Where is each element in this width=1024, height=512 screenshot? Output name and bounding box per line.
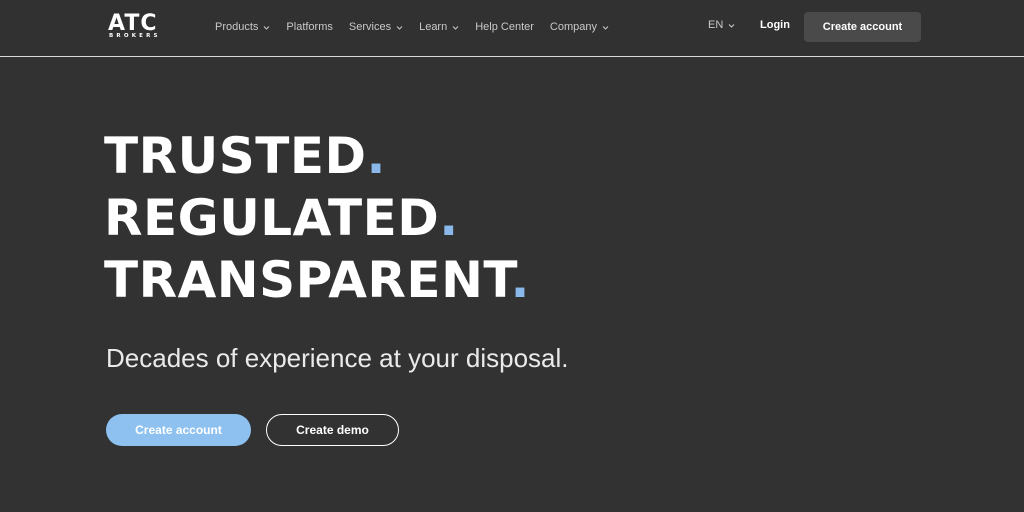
create-account-button[interactable]: Create account [106,414,251,446]
chevron-down-icon [263,24,270,31]
nav-item-label: Company [549,21,597,33]
nav-item-learn[interactable]: Learn [419,21,459,33]
chevron-down-icon [602,24,609,31]
nav-item-label: Learn [419,21,448,33]
hero-line-trusted: TRUSTED. [104,127,386,185]
nav-item-label: Help Center [475,21,534,33]
nav-item-help-center[interactable]: Help Center [475,21,534,33]
hero-headline: TRUSTED. REGULATED. TRANSPARENT. [104,125,530,311]
nav-item-label: Platforms [286,21,333,33]
accent-dot: . [366,127,386,185]
chevron-down-icon [452,24,459,31]
hero-line-regulated: REGULATED. [104,189,459,247]
nav-item-products[interactable]: Products [215,21,270,33]
header-create-account-button[interactable]: Create account [804,12,921,42]
logo-wordmark: ATC [108,11,158,36]
chevron-down-icon [396,24,403,31]
site-header: ATC BROKERS Products Platforms Services … [0,0,1024,57]
accent-dot: . [510,251,530,309]
hero-line-transparent: TRANSPARENT. [104,251,530,309]
nav-item-platforms[interactable]: Platforms [286,21,332,33]
language-label: EN [708,19,724,31]
language-selector[interactable]: EN [708,19,735,31]
accent-dot: . [439,189,459,247]
atc-brokers-logo[interactable]: ATC BROKERS [108,13,178,41]
main-nav: Products Platforms Services Learn Help C… [215,19,625,35]
logo-subtitle: BROKERS [109,33,161,39]
hero-subtitle: Decades of experience at your disposal. [106,343,569,373]
create-demo-button[interactable]: Create demo [266,414,399,446]
nav-item-label: Products [215,21,259,33]
nav-item-label: Services [348,21,392,33]
chevron-down-icon [728,22,735,29]
login-link[interactable]: Login [760,19,790,31]
nav-item-company[interactable]: Company [550,21,609,33]
nav-item-services[interactable]: Services [349,21,403,33]
